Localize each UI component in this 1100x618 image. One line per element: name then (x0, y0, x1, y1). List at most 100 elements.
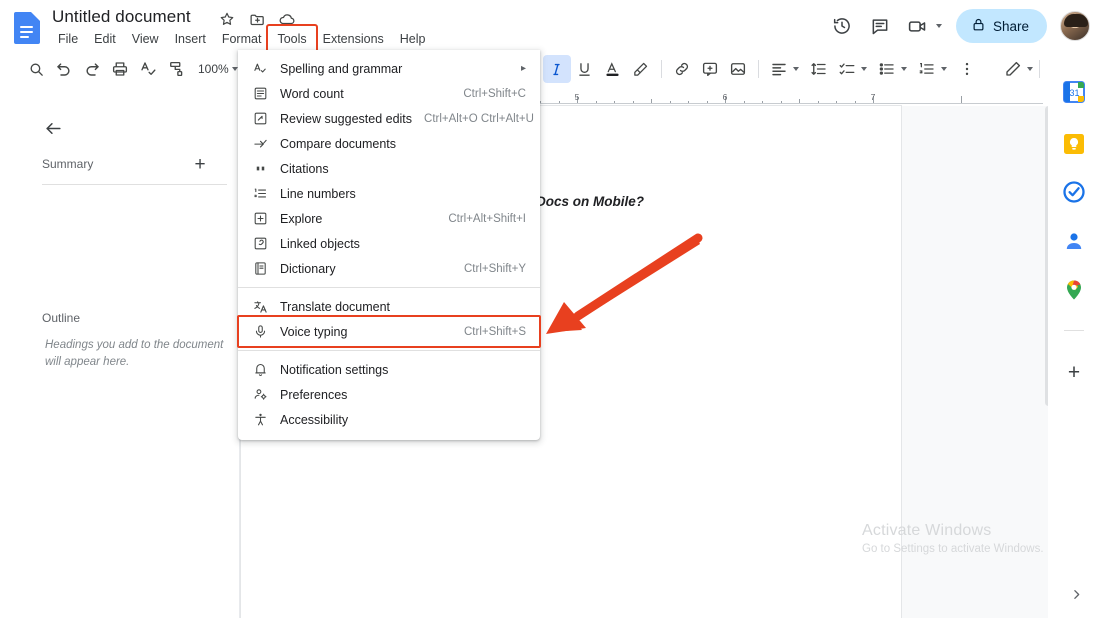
move-to-folder-icon[interactable] (248, 10, 266, 28)
google-tasks-icon[interactable] (1062, 180, 1086, 204)
chevron-down-icon[interactable] (900, 67, 907, 71)
undo-icon[interactable] (50, 55, 78, 83)
line-spacing-icon[interactable] (805, 55, 833, 83)
menu-item-linked-objects[interactable]: Linked objects (238, 231, 540, 256)
chevron-down-icon (231, 67, 238, 71)
menu-help[interactable]: Help (392, 29, 434, 49)
ruler-minor-tick (743, 100, 745, 103)
underline-icon[interactable] (571, 55, 599, 83)
add-summary-plus-icon[interactable]: + (190, 154, 210, 174)
word-count-icon (250, 85, 270, 103)
menu-extensions[interactable]: Extensions (315, 29, 392, 49)
menu-item-label: Spelling and grammar (280, 61, 403, 76)
menu-item-dictionary[interactable]: Dictionary Ctrl+Shift+Y (238, 256, 540, 281)
ruler-minor-tick (854, 100, 856, 103)
italic-icon[interactable] (542, 55, 571, 83)
menu-view[interactable]: View (124, 29, 167, 49)
document-title[interactable]: Untitled document (52, 7, 191, 27)
text-color-icon[interactable] (599, 55, 627, 83)
chevron-down-icon[interactable] (940, 67, 947, 71)
menu-insert[interactable]: Insert (167, 29, 214, 49)
translate-icon (250, 298, 270, 316)
google-keep-icon[interactable] (1062, 132, 1086, 156)
print-icon[interactable] (106, 55, 134, 83)
insert-image-icon[interactable] (724, 55, 752, 83)
video-camera-icon[interactable] (901, 9, 935, 43)
bulleted-list-icon[interactable] (873, 55, 901, 83)
menu-item-review-edits[interactable]: Review suggested edits Ctrl+Alt+O Ctrl+Al… (238, 106, 540, 131)
menu-tools[interactable]: Tools (266, 24, 318, 54)
menu-item-citations[interactable]: Citations (238, 156, 540, 181)
comment-icon[interactable] (863, 9, 897, 43)
menu-item-microphone[interactable]: Voice typing Ctrl+Shift+S (237, 315, 541, 348)
more-options-icon[interactable] (953, 55, 981, 83)
add-addon-plus-icon[interactable]: + (1062, 360, 1086, 384)
share-button[interactable]: Share (955, 9, 1047, 43)
zoom-value: 100% (198, 62, 229, 76)
sidebar-divider (1064, 330, 1084, 331)
google-docs-logo[interactable] (14, 12, 40, 44)
google-meet-button[interactable] (901, 9, 946, 43)
highlight-color-icon[interactable] (627, 55, 655, 83)
align-icon[interactable] (765, 55, 793, 83)
redo-icon[interactable] (78, 55, 106, 83)
chevron-down-icon[interactable] (792, 67, 799, 71)
add-comment-icon[interactable] (696, 55, 724, 83)
outline-label: Outline (42, 311, 81, 325)
cloud-saved-icon[interactable] (278, 10, 296, 28)
title-bar: Untitled document File Edit View Insert … (0, 0, 1100, 54)
menu-item-label: Line numbers (280, 186, 356, 201)
spellcheck-icon[interactable] (134, 55, 162, 83)
numbered-list-icon[interactable] (913, 55, 941, 83)
back-arrow-icon[interactable] (40, 115, 66, 141)
chevron-down-icon[interactable] (1026, 67, 1033, 71)
document-body-text[interactable]: Docs on Mobile? (536, 194, 644, 209)
version-history-icon[interactable] (825, 9, 859, 43)
menu-item-translate[interactable]: Translate document (238, 294, 540, 319)
editing-mode-icon[interactable] (999, 55, 1027, 83)
menu-item-label: Accessibility (280, 412, 349, 427)
menu-item-label: Word count (280, 86, 344, 101)
menu-item-line-numbers[interactable]: Line numbers (238, 181, 540, 206)
ruler-number: 7 (870, 92, 876, 102)
google-maps-icon[interactable] (1062, 278, 1086, 302)
menu-edit[interactable]: Edit (86, 29, 124, 49)
menu-file[interactable]: File (50, 29, 86, 49)
menu-item-spelling-grammar[interactable]: Spelling and grammar ▸ (238, 56, 540, 81)
menu-item-label: Voice typing (280, 324, 348, 339)
menu-item-preferences[interactable]: Preferences (238, 382, 540, 407)
menu-item-label: Translate document (280, 299, 391, 314)
menu-item-label: Review suggested edits (280, 111, 413, 126)
menu-item-explore[interactable]: Explore Ctrl+Alt+Shift+I (238, 206, 540, 231)
menu-item-label: Compare documents (280, 136, 397, 151)
user-avatar[interactable] (1060, 11, 1090, 41)
submenu-arrow-icon: ▸ (520, 63, 526, 74)
line-numbers-icon (250, 185, 270, 203)
expand-panel-chevron-right-icon[interactable] (1066, 584, 1086, 604)
chevron-down-icon[interactable] (935, 24, 942, 28)
menu-item-label: Notification settings (280, 362, 389, 377)
zoom-level-selector[interactable]: 100% (190, 58, 243, 80)
menu-item-compare-documents[interactable]: Compare documents (238, 131, 540, 156)
menu-bar: File Edit View Insert Format Tools Exten… (50, 24, 434, 54)
side-panel: 31 + (1048, 52, 1100, 618)
ruler-number: 5 (574, 92, 580, 102)
google-contacts-icon[interactable] (1062, 229, 1086, 253)
menu-item-notification-bell[interactable]: Notification settings (238, 357, 540, 382)
menu-item-shortcut: Ctrl+Shift+C (463, 87, 526, 100)
notification-bell-icon (250, 361, 270, 379)
microphone-icon (250, 323, 270, 341)
checklist-icon[interactable] (833, 55, 861, 83)
menu-format[interactable]: Format (214, 29, 270, 49)
menu-item-accessibility[interactable]: Accessibility (238, 407, 540, 432)
menu-item-word-count[interactable]: Word count Ctrl+Shift+C (238, 81, 540, 106)
search-icon[interactable] (22, 55, 50, 83)
star-icon[interactable] (218, 10, 236, 28)
google-calendar-icon[interactable]: 31 (1062, 80, 1086, 104)
menu-item-shortcut: Ctrl+Shift+Y (464, 262, 526, 275)
menu-separator (238, 350, 540, 351)
chevron-down-icon[interactable] (860, 67, 867, 71)
insert-link-icon[interactable] (668, 55, 696, 83)
tools-dropdown-menu[interactable]: Spelling and grammar ▸ Word count Ctrl+Shi… (237, 50, 541, 440)
paint-format-icon[interactable] (162, 55, 190, 83)
